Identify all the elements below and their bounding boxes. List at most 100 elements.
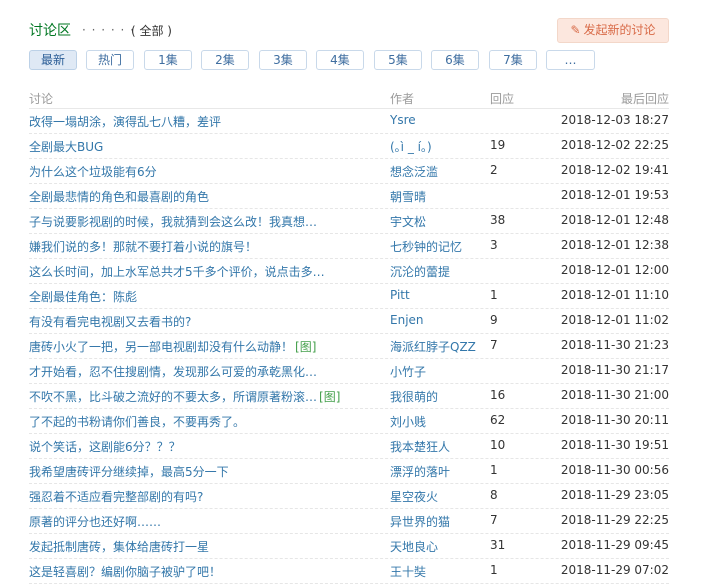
- tab-0[interactable]: 最新: [29, 50, 77, 70]
- topic-link[interactable]: 子与说要影视剧的时候，我就猜到会这么改！我真想…: [29, 215, 317, 229]
- author-link[interactable]: 小竹子: [390, 365, 426, 379]
- last-reply-time: 2018-11-30 20:11: [560, 413, 669, 427]
- table-row: 为什么这个垃圾能有6分 想念泛滥 2 2018-12-02 19:41: [29, 159, 669, 184]
- reply-count: 7: [490, 338, 498, 352]
- author-link[interactable]: Pitt: [390, 288, 410, 302]
- tab-5[interactable]: 4集: [316, 50, 364, 70]
- new-discussion-button[interactable]: ✎ 发起新的讨论: [557, 18, 669, 43]
- author-link[interactable]: 异世界的猫: [390, 515, 450, 529]
- author-cell: 海派红脖子QZZ: [390, 338, 482, 355]
- reply-count: 19: [490, 138, 506, 152]
- reply-count: 1: [490, 288, 498, 302]
- tab-8[interactable]: 7集: [489, 50, 537, 70]
- topic-link[interactable]: 改得一塌胡涂，演得乱七八糟，差评: [29, 115, 221, 129]
- last-reply-time: 2018-11-30 21:17: [560, 363, 669, 377]
- tab-9[interactable]: …: [546, 50, 595, 70]
- last-reply-time: 2018-12-01 12:38: [560, 238, 669, 252]
- last-reply-time: 2018-12-01 12:00: [560, 263, 669, 277]
- last-reply-time: 2018-12-01 19:53: [560, 188, 669, 202]
- topic-link[interactable]: 唐砖小火了一把，另一部电视剧却没有什么动静！: [29, 340, 293, 354]
- author-link[interactable]: 七秒钟的记忆: [390, 240, 462, 254]
- table-body: 改得一塌胡涂，演得乱七八糟，差评 Ysre 2018-12-03 18:27 全剧最大…: [29, 109, 669, 584]
- table-row: 这是轻喜剧？编剧你脑子被驴了吧！ 王十奘 1 2018-11-29 07:02: [29, 559, 669, 584]
- table-row: 原著的评分也还好啊…… 异世界的猫 7 2018-11-29 22:25: [29, 509, 669, 534]
- topic-link[interactable]: 这是轻喜剧？编剧你脑子被驴了吧！: [29, 565, 221, 579]
- author-link[interactable]: Enjen: [390, 313, 424, 327]
- author-cell: 宇文松: [390, 213, 482, 230]
- topic-cell: 强忍着不适应看完整部剧的有吗?: [29, 488, 379, 505]
- topic-link[interactable]: 发起抵制唐砖，集体给唐砖打一星: [29, 540, 209, 554]
- topic-cell: 说个笑话，这剧能6分？？？: [29, 438, 379, 455]
- author-link[interactable]: 宇文松: [390, 215, 426, 229]
- author-link[interactable]: 星空夜火: [390, 490, 438, 504]
- author-link[interactable]: 天地良心: [390, 540, 438, 554]
- reply-count: 8: [490, 488, 498, 502]
- topic-link[interactable]: 才开始看，忍不住搜剧情，发现那么可爱的承乾黑化…: [29, 365, 317, 379]
- author-link[interactable]: 王十奘: [390, 565, 426, 579]
- author-link[interactable]: 我本楚狂人: [390, 440, 450, 454]
- topic-cell: 子与说要影视剧的时候，我就猜到会这么改！我真想…: [29, 213, 379, 230]
- reply-count: 9: [490, 313, 498, 327]
- author-cell: 我很萌的: [390, 388, 482, 405]
- reply-count: 1: [490, 463, 498, 477]
- author-link[interactable]: 刘小贱: [390, 415, 426, 429]
- table-row: 唐砖小火了一把，另一部电视剧却没有什么动静！ [图] 海派红脖子QZZ 7 2018-1…: [29, 334, 669, 359]
- topic-link[interactable]: 全剧最大BUG: [29, 140, 103, 154]
- author-link[interactable]: 我很萌的: [390, 390, 438, 404]
- pencil-icon: ✎: [570, 23, 581, 37]
- topic-link[interactable]: 我希望唐砖评分继续掉，最高5分一下: [29, 465, 229, 479]
- table-row: 全剧最悲情的角色和最喜剧的角色 朝雪晴 2018-12-01 19:53: [29, 184, 669, 209]
- topic-link[interactable]: 了不起的书粉请你们善良，不要再秀了。: [29, 415, 245, 429]
- topic-link[interactable]: 为什么这个垃圾能有6分: [29, 165, 157, 179]
- column-header-topic: 讨论: [29, 92, 54, 106]
- last-reply-time: 2018-11-30 21:23: [560, 338, 669, 352]
- author-cell: (｡ì _ í｡): [390, 138, 482, 155]
- tab-2[interactable]: 1集: [144, 50, 192, 70]
- last-reply-time: 2018-12-01 11:02: [560, 313, 669, 327]
- topic-link[interactable]: 强忍着不适应看完整部剧的有吗?: [29, 490, 203, 504]
- reply-count: 31: [490, 538, 506, 552]
- topic-cell: 全剧最悲情的角色和最喜剧的角色: [29, 188, 379, 205]
- author-link[interactable]: 漂浮的落叶: [390, 465, 450, 479]
- topic-link[interactable]: 有没有看完电视剧又去看书的?: [29, 315, 191, 329]
- author-link[interactable]: 沉沦的蕾提: [390, 265, 450, 279]
- author-link[interactable]: (｡ì _ í｡): [390, 140, 432, 154]
- last-reply-time: 2018-11-29 23:05: [560, 488, 669, 502]
- topic-link[interactable]: 全剧最悲情的角色和最喜剧的角色: [29, 190, 209, 204]
- topic-cell: 嫌我们说的多！那就不要打着小说的旗号！: [29, 238, 379, 255]
- topic-link[interactable]: 这么长时间，加上水军总共才5千多个评价，说点击多…: [29, 265, 325, 279]
- tab-7[interactable]: 6集: [431, 50, 479, 70]
- author-cell: 我本楚狂人: [390, 438, 482, 455]
- topic-link[interactable]: 不吹不黑，比斗破之流好的不要太多，所谓原著粉滚…: [29, 390, 317, 404]
- author-cell: 天地良心: [390, 538, 482, 555]
- tab-6[interactable]: 5集: [374, 50, 422, 70]
- last-reply-time: 2018-11-29 09:45: [560, 538, 669, 552]
- reply-count: 62: [490, 413, 506, 427]
- author-cell: 想念泛滥: [390, 163, 482, 180]
- tab-1[interactable]: 热门: [86, 50, 134, 70]
- last-reply-time: 2018-11-29 22:25: [560, 513, 669, 527]
- last-reply-time: 2018-11-30 00:56: [560, 463, 669, 477]
- topic-cell: 才开始看，忍不住搜剧情，发现那么可爱的承乾黑化…: [29, 363, 379, 380]
- title-dots: · · · · · ·: [82, 23, 135, 37]
- topic-link[interactable]: 原著的评分也还好啊……: [29, 515, 161, 529]
- topic-link[interactable]: 说个笑话，这剧能6分？？？: [29, 440, 181, 454]
- reply-count: 16: [490, 388, 506, 402]
- tab-3[interactable]: 2集: [201, 50, 249, 70]
- author-link[interactable]: 想念泛滥: [390, 165, 438, 179]
- topic-link[interactable]: 全剧最佳角色：陈彪: [29, 290, 137, 304]
- tab-4[interactable]: 3集: [259, 50, 307, 70]
- last-reply-time: 2018-11-29 07:02: [560, 563, 669, 577]
- topic-cell: 我希望唐砖评分继续掉，最高5分一下: [29, 463, 379, 480]
- discussion-table: 讨论 作者 回应 最后回应 改得一塌胡涂，演得乱七八糟，差评 Ysre 2018-1…: [29, 86, 669, 584]
- author-link[interactable]: Ysre: [390, 113, 416, 127]
- author-link[interactable]: 朝雪晴: [390, 190, 426, 204]
- author-link[interactable]: 海派红脖子QZZ: [390, 340, 476, 354]
- topic-cell: 全剧最佳角色：陈彪: [29, 288, 379, 305]
- scope-all-link[interactable]: ( 全部 ): [131, 22, 172, 39]
- author-cell: 朝雪晴: [390, 188, 482, 205]
- topic-cell: 这是轻喜剧？编剧你脑子被驴了吧！: [29, 563, 379, 580]
- filter-tabs: 最新 热门 1集 2集 3集 4集 5集 6集 7集 …: [29, 50, 649, 72]
- topic-link[interactable]: 嫌我们说的多！那就不要打着小说的旗号！: [29, 240, 257, 254]
- image-badge: [图]: [319, 390, 341, 404]
